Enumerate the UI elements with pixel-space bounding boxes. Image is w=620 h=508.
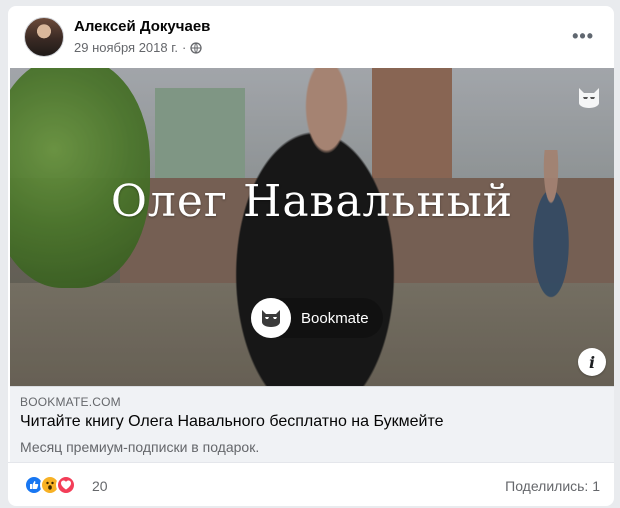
post-date[interactable]: 29 ноября 2018 г. (74, 40, 178, 55)
reaction-count[interactable]: 20 (92, 478, 108, 494)
bookmate-label: Bookmate (301, 309, 369, 327)
link-image[interactable]: Олег Навальный Bookmate i (10, 68, 614, 386)
link-domain: BOOKMATE.COM (20, 395, 121, 409)
image-headline: Олег Навальный (110, 176, 514, 227)
more-options-button[interactable]: ••• (572, 26, 594, 47)
post-card: Алексей Докучаев 29 ноября 2018 г. · •••… (8, 6, 614, 506)
post-meta: 29 ноября 2018 г. · (74, 40, 202, 55)
image-overlay (10, 68, 614, 386)
shares-count[interactable]: Поделились: 1 (505, 478, 600, 494)
love-icon (56, 475, 76, 495)
link-title[interactable]: Читайте книгу Олега Навального бесплатно… (20, 413, 444, 431)
info-button[interactable]: i (578, 348, 606, 376)
author-avatar[interactable] (24, 17, 64, 57)
bookmate-badge: Bookmate (251, 298, 383, 338)
author-name[interactable]: Алексей Докучаев (74, 18, 210, 35)
post-header: Алексей Докучаев 29 ноября 2018 г. · ••• (8, 6, 614, 64)
globe-icon[interactable] (190, 41, 202, 54)
reaction-icons[interactable] (24, 475, 76, 495)
post-footer: 20 Поделились: 1 (8, 462, 614, 506)
meta-separator: · (182, 40, 187, 55)
link-description: Месяц премиум-подписки в подарок. (20, 439, 260, 455)
bookmate-logo-icon (251, 298, 291, 338)
bookmate-corner-icon (579, 88, 599, 108)
link-preview[interactable]: BOOKMATE.COM Читайте книгу Олега Навальн… (10, 386, 614, 462)
